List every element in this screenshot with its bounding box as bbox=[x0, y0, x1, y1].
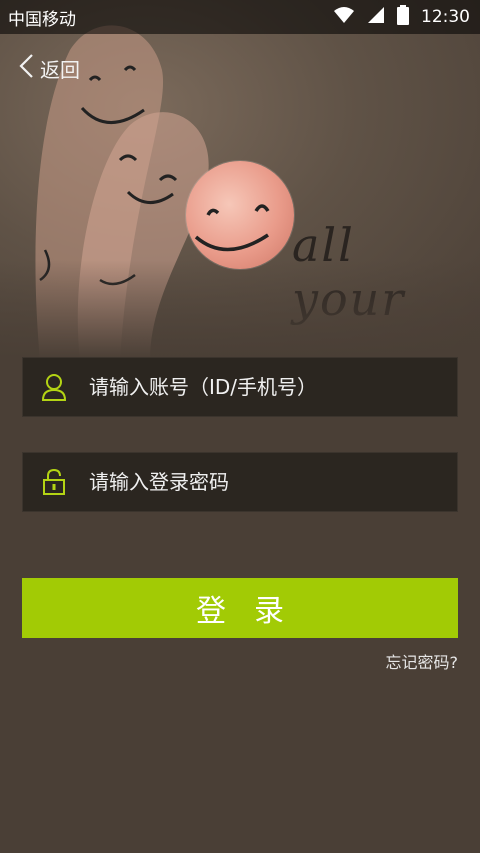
login-screen: all your 中国移动 12:30 返回 bbox=[0, 0, 480, 853]
status-bar: 中国移动 12:30 bbox=[0, 0, 480, 34]
wifi-icon bbox=[333, 6, 355, 29]
user-icon bbox=[23, 357, 85, 417]
chevron-left-icon bbox=[18, 53, 34, 83]
password-field[interactable] bbox=[22, 452, 458, 512]
signal-icon bbox=[367, 6, 385, 29]
account-input[interactable] bbox=[85, 358, 457, 416]
carrier-label: 中国移动 bbox=[8, 9, 76, 30]
status-time: 12:30 bbox=[421, 7, 470, 27]
account-field[interactable] bbox=[22, 357, 458, 417]
status-icons: 12:30 bbox=[333, 4, 470, 30]
battery-icon bbox=[397, 4, 409, 30]
forgot-password-link[interactable]: 忘记密码? bbox=[386, 649, 459, 673]
password-input[interactable] bbox=[85, 453, 457, 511]
login-button[interactable]: 登录 bbox=[22, 578, 458, 638]
back-label: 返回 bbox=[40, 57, 80, 82]
avatar-smiley-face bbox=[194, 204, 270, 252]
hero-fade bbox=[0, 260, 480, 370]
avatar[interactable] bbox=[186, 161, 294, 269]
back-button[interactable]: 返回 bbox=[18, 52, 80, 84]
lock-icon bbox=[23, 452, 85, 512]
